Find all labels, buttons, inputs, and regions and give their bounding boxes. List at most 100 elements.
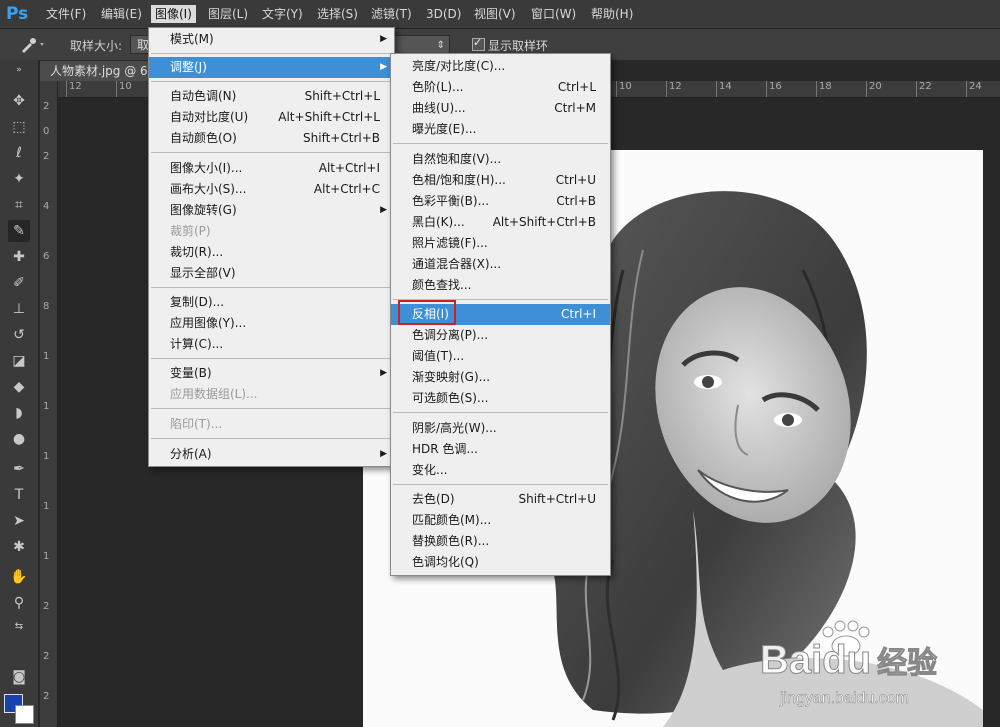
menu-shortcut: Ctrl+M [554, 101, 596, 115]
menu-item-label: 模式(M) [170, 32, 214, 46]
ruler-vertical: 2 0 2 4 6 8 1 1 1 1 1 2 2 2 [40, 81, 58, 727]
menu-item-desaturate[interactable]: 去色(D) Shift+Ctrl+U [391, 489, 610, 510]
menu-item-auto-tone[interactable]: 自动色调(N) Shift+Ctrl+L [149, 86, 394, 107]
menu-item-replace-color[interactable]: 替换颜色(R)... [391, 531, 610, 552]
menu-3d[interactable]: 3D(D) [422, 5, 465, 23]
menu-item-label: 色彩平衡(B)... [412, 194, 490, 208]
path-selection-icon[interactable]: ➤ [8, 510, 30, 532]
menu-item-gradient-map[interactable]: 渐变映射(G)... [391, 367, 610, 388]
menu-item-mode[interactable]: 模式(M) ▶ [149, 29, 394, 50]
collapse-icon[interactable]: » [8, 64, 30, 76]
healing-brush-icon[interactable]: ✚ [8, 246, 30, 268]
menu-item-shadows-highlights[interactable]: 阴影/高光(W)... [391, 418, 610, 439]
ruler-tick: 22 [916, 81, 932, 97]
menu-layer[interactable]: 图层(L) [204, 5, 252, 23]
eyedropper-icon[interactable] [18, 35, 48, 55]
menu-item-adjustments[interactable]: 调整(J) ▶ [149, 57, 394, 78]
menu-type[interactable]: 文字(Y) [258, 5, 307, 23]
menu-item-posterize[interactable]: 色调分离(P)... [391, 325, 610, 346]
menu-item-variables[interactable]: 变量(B) ▶ [149, 363, 394, 384]
ruler-tick: 12 [666, 81, 682, 97]
menu-item-image-rotation[interactable]: 图像旋转(G) ▶ [149, 200, 394, 221]
menu-item-apply-image[interactable]: 应用图像(Y)... [149, 313, 394, 334]
ruler-tick: 4 [43, 201, 50, 212]
quick-mask-icon[interactable]: ◙ [8, 666, 30, 688]
menu-item-reveal-all[interactable]: 显示全部(V) [149, 263, 394, 284]
magic-wand-icon[interactable]: ✦ [8, 168, 30, 190]
menu-view[interactable]: 视图(V) [470, 5, 520, 23]
menu-item-label: 自动颜色(O) [170, 131, 237, 145]
menu-item-label: 阈值(T)... [412, 349, 465, 363]
menu-edit[interactable]: 编辑(E) [97, 5, 146, 23]
shape-icon[interactable]: ✱ [8, 536, 30, 558]
menu-item-vibrance[interactable]: 自然饱和度(V)... [391, 149, 610, 170]
watermark-brand: Bai [759, 638, 823, 683]
eraser-icon[interactable]: ◪ [8, 350, 30, 372]
sample-size-label: 取样大小: [70, 39, 123, 53]
eyedropper-tool-icon[interactable]: ✎ [8, 220, 30, 242]
lasso-icon[interactable]: ℓ [8, 142, 30, 164]
menu-item-label: 通道混合器(X)... [412, 257, 502, 271]
menu-help[interactable]: 帮助(H) [587, 5, 637, 23]
menu-item-label: 去色(D) [412, 492, 455, 506]
menu-file[interactable]: 文件(F) [42, 5, 90, 23]
menu-separator [393, 412, 608, 413]
menu-window[interactable]: 窗口(W) [527, 5, 580, 23]
ruler-tick: 1 [43, 501, 50, 512]
menu-item-auto-contrast[interactable]: 自动对比度(U) Alt+Shift+Ctrl+L [149, 107, 394, 128]
menu-item-trim[interactable]: 裁切(R)... [149, 242, 394, 263]
history-brush-icon[interactable]: ↺ [8, 324, 30, 346]
blur-icon[interactable]: ◗ [8, 402, 30, 424]
dodge-icon[interactable]: ● [8, 428, 30, 450]
menu-item-brightness-contrast[interactable]: 亮度/对比度(C)... [391, 56, 610, 77]
menu-item-trap: 陷印(T)... [149, 414, 394, 435]
crop-icon[interactable]: ⌗ [8, 194, 30, 216]
show-ring-checkbox[interactable] [472, 36, 485, 51]
menu-item-curves[interactable]: 曲线(U)... Ctrl+M [391, 98, 610, 119]
ruler-tick: 2 [43, 601, 50, 612]
menu-item-channel-mixer[interactable]: 通道混合器(X)... [391, 254, 610, 275]
menu-select[interactable]: 选择(S) [313, 5, 362, 23]
menu-shortcut: Ctrl+I [561, 307, 596, 321]
menu-item-analysis[interactable]: 分析(A) ▶ [149, 444, 394, 465]
menu-item-hue-saturation[interactable]: 色相/饱和度(H)... Ctrl+U [391, 170, 610, 191]
type-icon[interactable]: T [8, 484, 30, 506]
brush-icon[interactable]: ✐ [8, 272, 30, 294]
menu-bar: Ps 文件(F) 编辑(E) 图像(I) 图层(L) 文字(Y) 选择(S) 滤… [0, 0, 1000, 29]
menu-item-color-balance[interactable]: 色彩平衡(B)... Ctrl+B [391, 191, 610, 212]
menu-item-threshold[interactable]: 阈值(T)... [391, 346, 610, 367]
submenu-arrow-icon: ▶ [380, 205, 387, 215]
ruler-tick: 1 [43, 351, 50, 362]
ruler-tick: 0 [43, 126, 50, 137]
menu-item-selective-color[interactable]: 可选颜色(S)... [391, 388, 610, 409]
menu-filter[interactable]: 滤镜(T) [367, 5, 416, 23]
clone-stamp-icon[interactable]: ⊥ [8, 298, 30, 320]
hand-icon[interactable]: ✋ [8, 566, 30, 588]
menu-item-image-size[interactable]: 图像大小(I)... Alt+Ctrl+I [149, 158, 394, 179]
menu-item-equalize[interactable]: 色调均化(Q) [391, 552, 610, 573]
ruler-tick: 2 [43, 101, 50, 112]
menu-item-match-color[interactable]: 匹配颜色(M)... [391, 510, 610, 531]
photoshop-logo: Ps [6, 4, 29, 24]
menu-item-black-white[interactable]: 黑白(K)... Alt+Shift+Ctrl+B [391, 212, 610, 233]
pen-icon[interactable]: ✒ [8, 458, 30, 480]
menu-separator [151, 81, 392, 82]
menu-item-photo-filter[interactable]: 照片滤镜(F)... [391, 233, 610, 254]
paint-bucket-icon[interactable]: ◆ [8, 376, 30, 398]
zoom-icon[interactable]: ⚲ [8, 592, 30, 614]
background-color-swatch[interactable] [15, 705, 34, 724]
menu-item-label: 陷印(T)... [170, 417, 223, 431]
menu-item-color-lookup[interactable]: 颜色查找... [391, 275, 610, 296]
menu-item-hdr-toning[interactable]: HDR 色调... [391, 439, 610, 460]
menu-item-calculations[interactable]: 计算(C)... [149, 334, 394, 355]
menu-item-exposure[interactable]: 曝光度(E)... [391, 119, 610, 140]
swap-colors-icon[interactable]: ⇆ [8, 616, 30, 638]
menu-item-variations[interactable]: 变化... [391, 460, 610, 481]
marquee-icon[interactable]: ⬚ [8, 116, 30, 138]
menu-item-canvas-size[interactable]: 画布大小(S)... Alt+Ctrl+C [149, 179, 394, 200]
menu-item-levels[interactable]: 色阶(L)... Ctrl+L [391, 77, 610, 98]
move-icon[interactable]: ✥ [8, 90, 30, 112]
menu-item-auto-color[interactable]: 自动颜色(O) Shift+Ctrl+B [149, 128, 394, 149]
menu-item-duplicate[interactable]: 复制(D)... [149, 292, 394, 313]
menu-image[interactable]: 图像(I) [151, 5, 196, 23]
